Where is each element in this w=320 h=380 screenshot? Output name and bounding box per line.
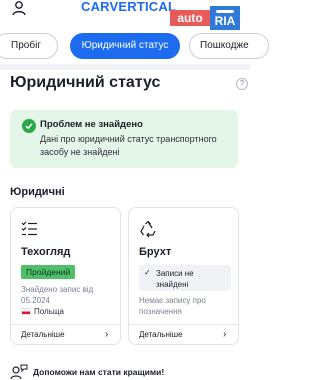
record-found-text: Знайдено запис від 05.2024: [21, 285, 94, 305]
country-label: Польща: [21, 307, 64, 316]
autoria-logo[interactable]: auto RIA: [170, 6, 242, 30]
check-circle-icon: [22, 119, 36, 133]
inspection-card[interactable]: Техогляд Пройдений Знайдено запис від 05…: [10, 207, 121, 345]
feedback-banner[interactable]: Допоможи нам стати кращими!: [10, 364, 250, 380]
tab-damage[interactable]: Пошкодже: [189, 33, 269, 59]
check-icon: ✓: [144, 268, 151, 277]
chevron-right-icon[interactable]: ›: [105, 329, 108, 340]
header: CARVERTICAL auto RIA: [0, 0, 250, 30]
legal-section-label: Юридичні: [10, 186, 65, 198]
card-title: Техогляд: [21, 246, 71, 258]
scrap-card[interactable]: Брухт ✓ Записи не знайдені Немає запису …: [128, 207, 239, 345]
poland-flag-icon: [21, 308, 31, 315]
details-link[interactable]: Детальніше: [139, 330, 183, 339]
carvertical-logo[interactable]: CARVERTICAL: [81, 0, 176, 14]
section-tabs: Пробіг Юридичний статус Пошкодже: [0, 33, 269, 59]
user-icon[interactable]: [11, 0, 27, 16]
tab-legal-status[interactable]: Юридичний статус: [70, 33, 180, 59]
status-badge: Пройдений: [21, 265, 76, 279]
tab-mileage[interactable]: Пробіг: [0, 33, 58, 59]
recycle-icon: [140, 220, 156, 238]
records-status-box: ✓ Записи не знайдені: [139, 265, 231, 291]
no-record-text: Немає запису про позначення: [139, 296, 206, 316]
alert-title: Проблем не знайдено: [40, 119, 143, 130]
autoria-auto-text: auto: [170, 10, 210, 26]
details-link[interactable]: Детальніше: [21, 330, 65, 339]
autoria-ria-text: RIA: [210, 6, 240, 30]
card-divider: [11, 324, 120, 325]
chevron-right-icon[interactable]: ›: [223, 329, 226, 340]
help-icon[interactable]: ?: [236, 78, 248, 90]
feedback-chat-icon: [10, 364, 28, 380]
no-problems-alert: Проблем не знайдено Дані про юридичний с…: [10, 110, 238, 168]
card-divider: [129, 324, 238, 325]
alert-text: Дані про юридичний статус транспортного …: [40, 134, 217, 157]
records-text: Записи не знайдені: [156, 269, 194, 289]
feedback-text: Допоможи нам стати кращими!: [33, 367, 165, 377]
card-title: Брухт: [139, 246, 172, 258]
page-title: Юридичний статус: [10, 74, 161, 91]
section-divider: [0, 64, 250, 70]
checklist-icon: [21, 221, 37, 236]
